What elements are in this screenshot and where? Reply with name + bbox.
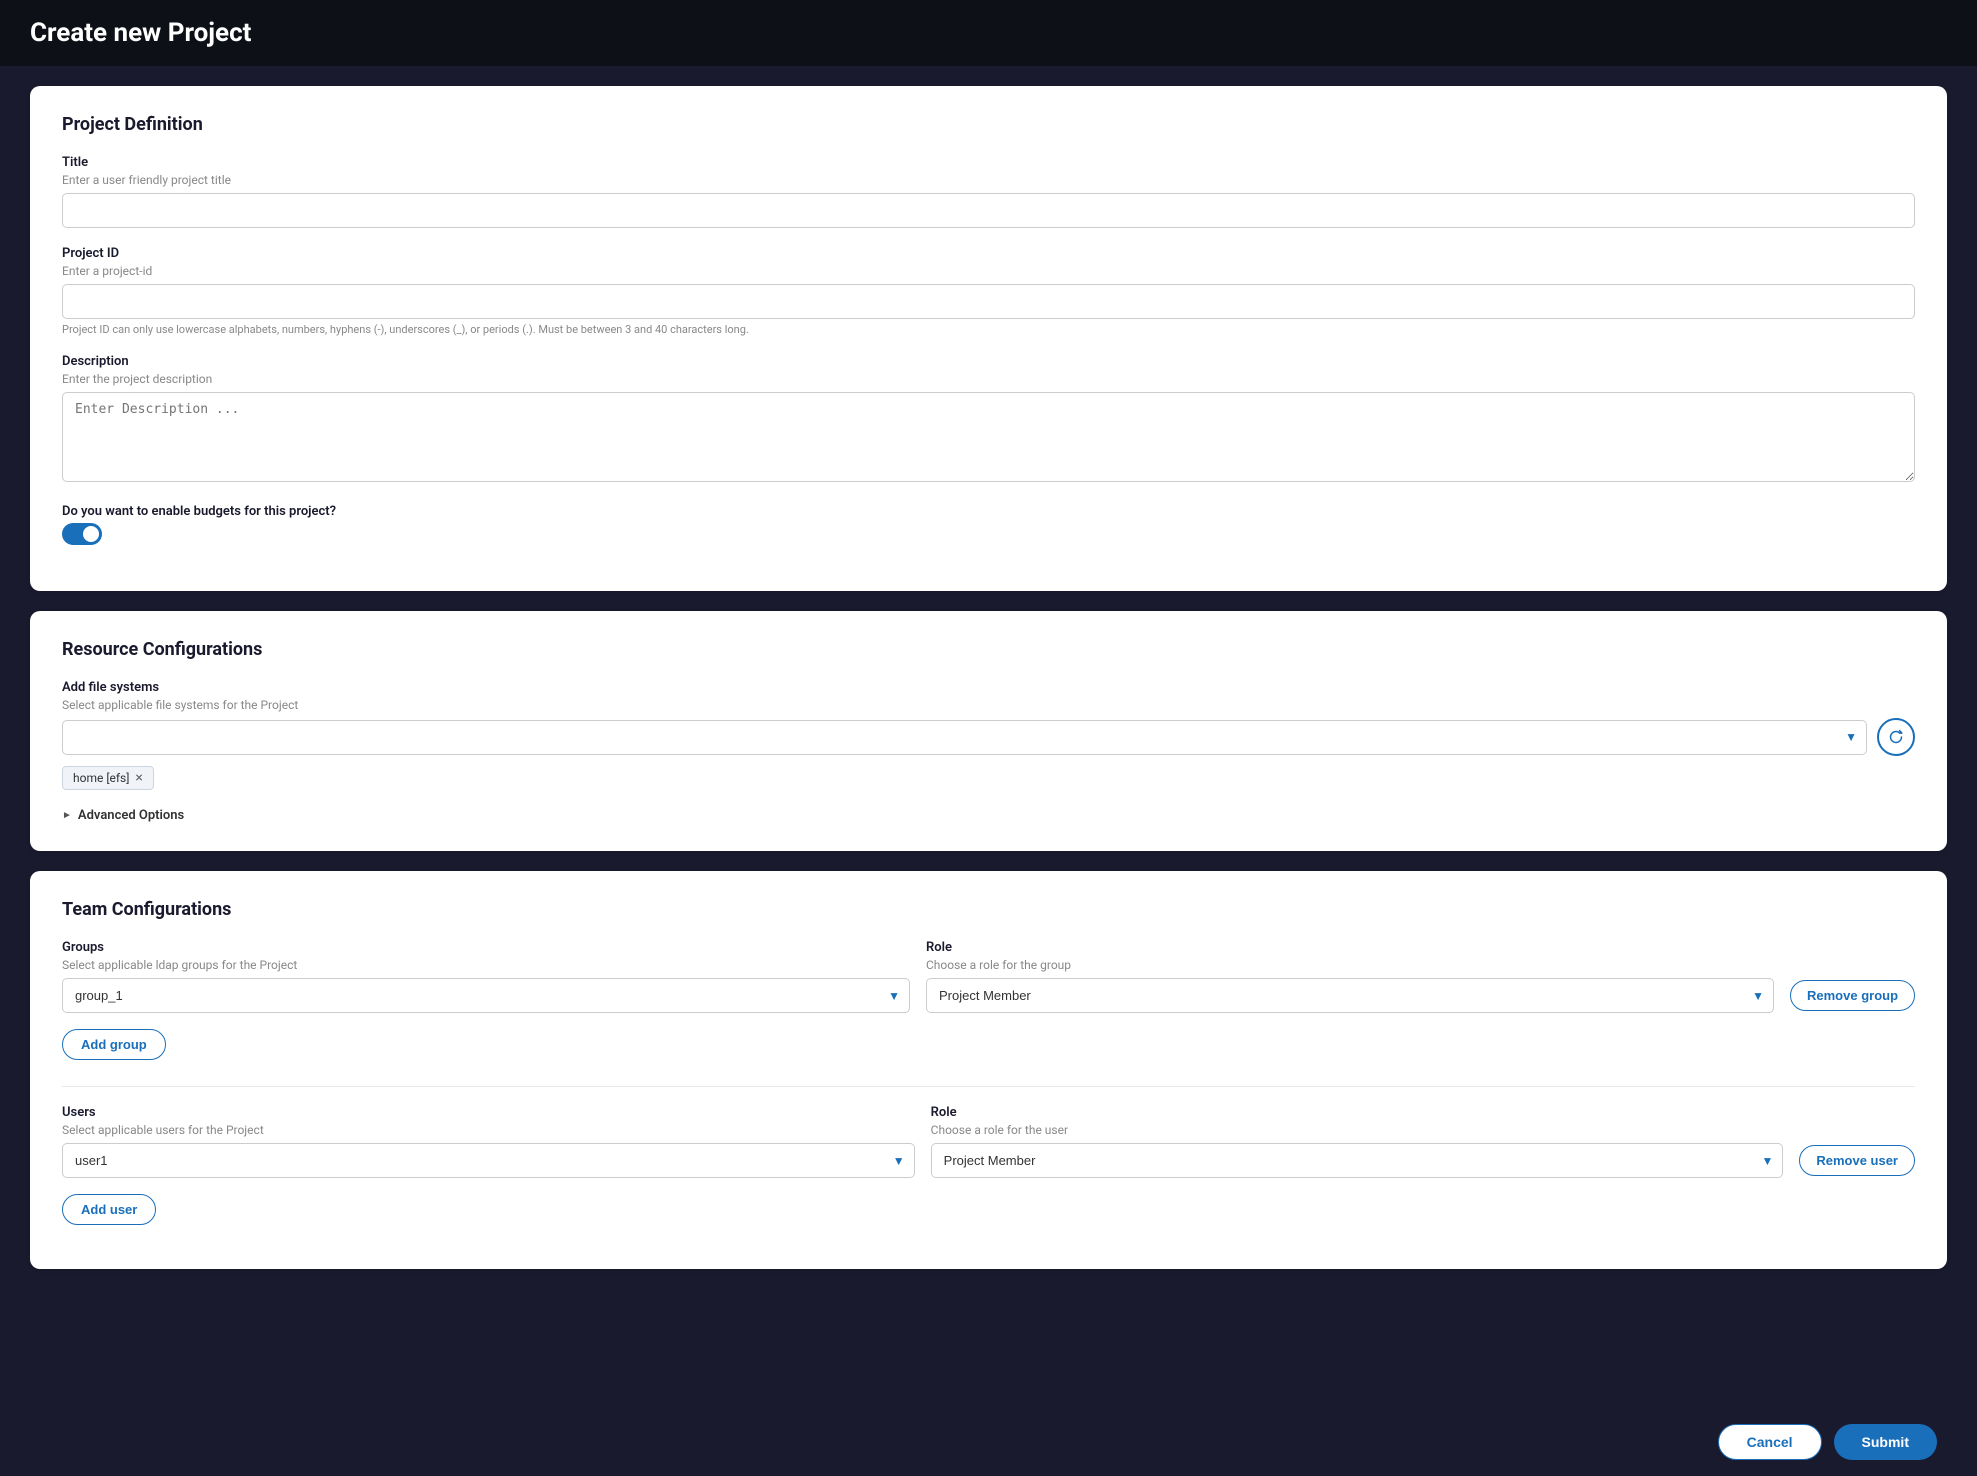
project-id-hint-below: Project ID can only use lowercase alphab…: [62, 323, 1915, 336]
remove-group-button[interactable]: Remove group: [1790, 980, 1915, 1011]
users-role-col: Role Choose a role for the user Project …: [931, 1105, 1784, 1178]
groups-hint: Select applicable ldap groups for the Pr…: [62, 958, 910, 972]
users-hint: Select applicable users for the Project: [62, 1123, 915, 1137]
description-field-group: Description Enter the project descriptio…: [62, 354, 1915, 486]
submit-button[interactable]: Submit: [1834, 1424, 1937, 1460]
project-definition-title: Project Definition: [62, 114, 1915, 135]
file-systems-label: Add file systems: [62, 680, 1915, 695]
users-col: Users Select applicable users for the Pr…: [62, 1105, 915, 1178]
add-user-button[interactable]: Add user: [62, 1194, 156, 1225]
resource-configurations-card: Resource Configurations Add file systems…: [30, 611, 1947, 851]
groups-select-wrapper: group_1 ▼: [62, 978, 910, 1013]
file-system-select-wrapper: ▼: [62, 720, 1867, 755]
users-role-hint: Choose a role for the user: [931, 1123, 1784, 1137]
budget-toggle-label: Do you want to enable budgets for this p…: [62, 504, 1915, 519]
groups-role-select[interactable]: Project Member: [926, 978, 1774, 1013]
title-label: Title: [62, 155, 1915, 170]
users-role-label: Role: [931, 1105, 1784, 1120]
title-input[interactable]: [62, 193, 1915, 228]
refresh-icon: [1888, 729, 1904, 745]
advanced-options-toggle[interactable]: ► Advanced Options: [62, 808, 1915, 823]
advanced-options-label: Advanced Options: [78, 808, 184, 823]
file-systems-group: Add file systems Select applicable file …: [62, 680, 1915, 790]
footer-actions: Cancel Submit: [0, 1408, 1977, 1476]
page-header: Create new Project: [0, 0, 1977, 66]
title-field-group: Title Enter a user friendly project titl…: [62, 155, 1915, 228]
title-hint: Enter a user friendly project title: [62, 173, 1915, 187]
project-id-field-group: Project ID Enter a project-id Project ID…: [62, 246, 1915, 336]
users-label: Users: [62, 1105, 915, 1120]
file-system-row: ▼: [62, 718, 1915, 756]
description-input[interactable]: [62, 392, 1915, 482]
groups-col: Groups Select applicable ldap groups for…: [62, 940, 910, 1013]
page-title: Create new Project: [30, 18, 1947, 48]
groups-role-col: Role Choose a role for the group Project…: [926, 940, 1774, 1013]
description-hint: Enter the project description: [62, 372, 1915, 386]
resource-configurations-title: Resource Configurations: [62, 639, 1915, 660]
users-select[interactable]: user1: [62, 1143, 915, 1178]
page-content: Project Definition Title Enter a user fr…: [0, 66, 1977, 1349]
file-system-tag-label: home [efs]: [73, 771, 129, 785]
team-configurations-card: Team Configurations Groups Select applic…: [30, 871, 1947, 1269]
project-id-input[interactable]: [62, 284, 1915, 319]
budget-toggle-row: [62, 523, 1915, 545]
project-id-hint: Enter a project-id: [62, 264, 1915, 278]
users-select-wrapper: user1 ▼: [62, 1143, 915, 1178]
users-role-select[interactable]: Project Member: [931, 1143, 1784, 1178]
file-systems-hint: Select applicable file systems for the P…: [62, 698, 1915, 712]
budget-toggle-group: Do you want to enable budgets for this p…: [62, 504, 1915, 545]
cancel-button[interactable]: Cancel: [1718, 1424, 1822, 1460]
toggle-track: [62, 523, 102, 545]
description-label: Description: [62, 354, 1915, 369]
users-role-select-wrapper: Project Member ▼: [931, 1143, 1784, 1178]
team-configurations-title: Team Configurations: [62, 899, 1915, 920]
groups-select[interactable]: group_1: [62, 978, 910, 1013]
budget-toggle[interactable]: [62, 523, 102, 545]
toggle-thumb: [83, 526, 99, 542]
advanced-options-arrow: ►: [62, 810, 72, 821]
add-group-button[interactable]: Add group: [62, 1029, 166, 1060]
groups-role-label: Role: [926, 940, 1774, 955]
teams-divider: [62, 1086, 1915, 1087]
project-definition-card: Project Definition Title Enter a user fr…: [30, 86, 1947, 591]
refresh-button[interactable]: [1877, 718, 1915, 756]
groups-role-hint: Choose a role for the group: [926, 958, 1774, 972]
groups-role-select-wrapper: Project Member ▼: [926, 978, 1774, 1013]
groups-row: Groups Select applicable ldap groups for…: [62, 940, 1915, 1013]
file-system-tag-remove[interactable]: ×: [135, 771, 142, 785]
remove-user-button[interactable]: Remove user: [1799, 1145, 1915, 1176]
groups-label: Groups: [62, 940, 910, 955]
users-row: Users Select applicable users for the Pr…: [62, 1105, 1915, 1178]
file-system-select[interactable]: [62, 720, 1867, 755]
project-id-label: Project ID: [62, 246, 1915, 261]
file-system-tag: home [efs] ×: [62, 766, 154, 790]
